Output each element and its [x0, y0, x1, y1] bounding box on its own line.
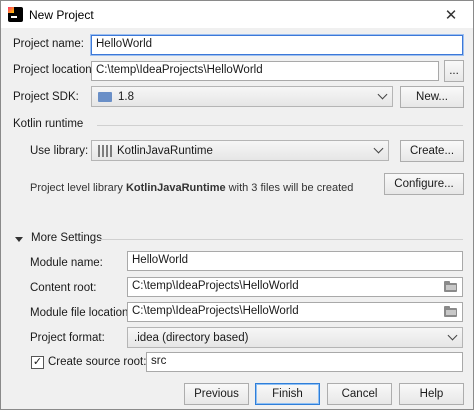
library-icon — [98, 144, 112, 157]
new-project-dialog: New Project ✕ Project name: HelloWorld P… — [0, 0, 474, 410]
cancel-button[interactable]: Cancel — [327, 383, 392, 405]
project-sdk-label: Project SDK: — [13, 91, 79, 103]
check-icon: ✓ — [32, 356, 43, 368]
more-settings-section-label[interactable]: More Settings — [31, 232, 102, 244]
content-root-value: C:\temp\IdeaProjects\HelloWorld — [132, 280, 299, 292]
kotlin-library-select[interactable]: KotlinJavaRuntime — [91, 140, 389, 161]
source-root-input[interactable]: src — [146, 352, 463, 372]
kotlin-runtime-divider — [97, 125, 463, 126]
create-source-root-label[interactable]: Create source root: — [48, 356, 146, 368]
create-source-root-checkbox[interactable]: ✓ — [31, 356, 44, 369]
folder-icon[interactable] — [444, 306, 457, 317]
module-name-label: Module name: — [30, 257, 103, 269]
triangle-down-icon[interactable] — [15, 237, 23, 242]
chevron-down-icon — [447, 330, 458, 341]
library-info-prefix: Project level library — [30, 182, 126, 194]
folder-icon[interactable] — [444, 281, 457, 292]
module-file-location-label: Module file location: — [30, 307, 132, 319]
project-format-label: Project format: — [30, 332, 105, 344]
content-root-input[interactable]: C:\temp\IdeaProjects\HelloWorld — [127, 277, 463, 297]
project-name-input[interactable]: HelloWorld — [91, 35, 463, 55]
library-info-text: Project level library KotlinJavaRuntime … — [30, 182, 353, 194]
finish-button[interactable]: Finish — [255, 383, 320, 405]
help-button[interactable]: Help — [399, 383, 464, 405]
project-location-input[interactable]: C:\temp\IdeaProjects\HelloWorld — [91, 61, 439, 81]
configure-button[interactable]: Configure... — [384, 173, 464, 195]
create-library-button[interactable]: Create... — [400, 140, 464, 162]
title-bar: New Project ✕ — [1, 1, 473, 28]
chevron-down-icon — [377, 89, 388, 100]
project-sdk-select[interactable]: 1.8 — [91, 86, 393, 107]
kotlin-library-value: KotlinJavaRuntime — [117, 144, 213, 157]
project-format-select[interactable]: .idea (directory based) — [127, 327, 463, 348]
library-info-suffix: with 3 files will be created — [225, 182, 354, 194]
module-file-location-input[interactable]: C:\temp\IdeaProjects\HelloWorld — [127, 302, 463, 322]
sdk-folder-icon — [98, 91, 112, 102]
project-sdk-value: 1.8 — [118, 90, 134, 103]
chevron-down-icon — [373, 143, 384, 154]
content-root-label: Content root: — [30, 282, 97, 294]
new-sdk-button[interactable]: New... — [400, 86, 464, 108]
previous-button[interactable]: Previous — [184, 383, 249, 405]
module-name-input[interactable]: HelloWorld — [127, 251, 463, 271]
project-location-label: Project location: — [13, 64, 95, 76]
project-name-label: Project name: — [13, 38, 84, 50]
intellij-icon — [8, 7, 23, 22]
project-format-value: .idea (directory based) — [134, 331, 249, 344]
module-file-location-value: C:\temp\IdeaProjects\HelloWorld — [132, 305, 299, 317]
library-info-name: KotlinJavaRuntime — [125, 182, 226, 194]
more-settings-divider — [99, 239, 463, 240]
kotlin-runtime-section-label: Kotlin runtime — [13, 118, 84, 130]
browse-location-button[interactable]: ... — [444, 60, 464, 82]
use-library-label: Use library: — [30, 145, 89, 157]
close-icon[interactable]: ✕ — [429, 1, 473, 28]
window-title: New Project — [29, 7, 94, 22]
